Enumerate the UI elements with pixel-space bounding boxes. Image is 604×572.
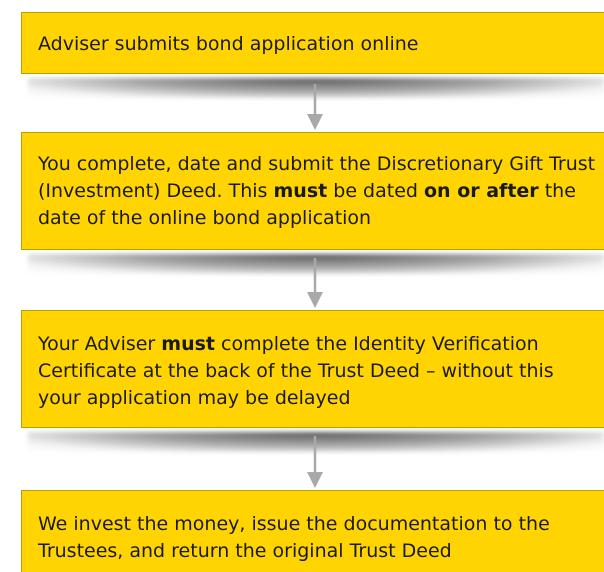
step-2-box: You complete, date and submit the Discre…	[21, 132, 604, 250]
process-flowchart: Adviser submits bond application online …	[0, 0, 604, 572]
step-1-text: Adviser submits bond application online	[38, 33, 419, 55]
step-4-text: We invest the money, issue the documenta…	[38, 513, 550, 562]
step-4-box: We invest the money, issue the documenta…	[21, 490, 604, 572]
step-text-segment: be dated	[327, 180, 424, 202]
step-3-box: Your Adviser must complete the Identity …	[21, 310, 604, 428]
connector-1-arrow	[306, 84, 324, 132]
connector-3-arrow	[306, 436, 324, 490]
connector-2-arrow	[306, 258, 324, 310]
emphasis-text: must	[161, 333, 216, 355]
step-2-text: You complete, date and submit the Discre…	[38, 153, 595, 229]
step-text-segment: We invest the money, issue the documenta…	[38, 513, 550, 562]
emphasis-text: must	[273, 180, 328, 202]
step-1-box: Adviser submits bond application online	[21, 12, 604, 74]
step-text-segment: Adviser submits bond application online	[38, 33, 419, 55]
step-text-segment: Your Adviser	[38, 333, 162, 355]
emphasis-text: on or after	[424, 180, 539, 202]
step-3-text: Your Adviser must complete the Identity …	[38, 333, 554, 409]
